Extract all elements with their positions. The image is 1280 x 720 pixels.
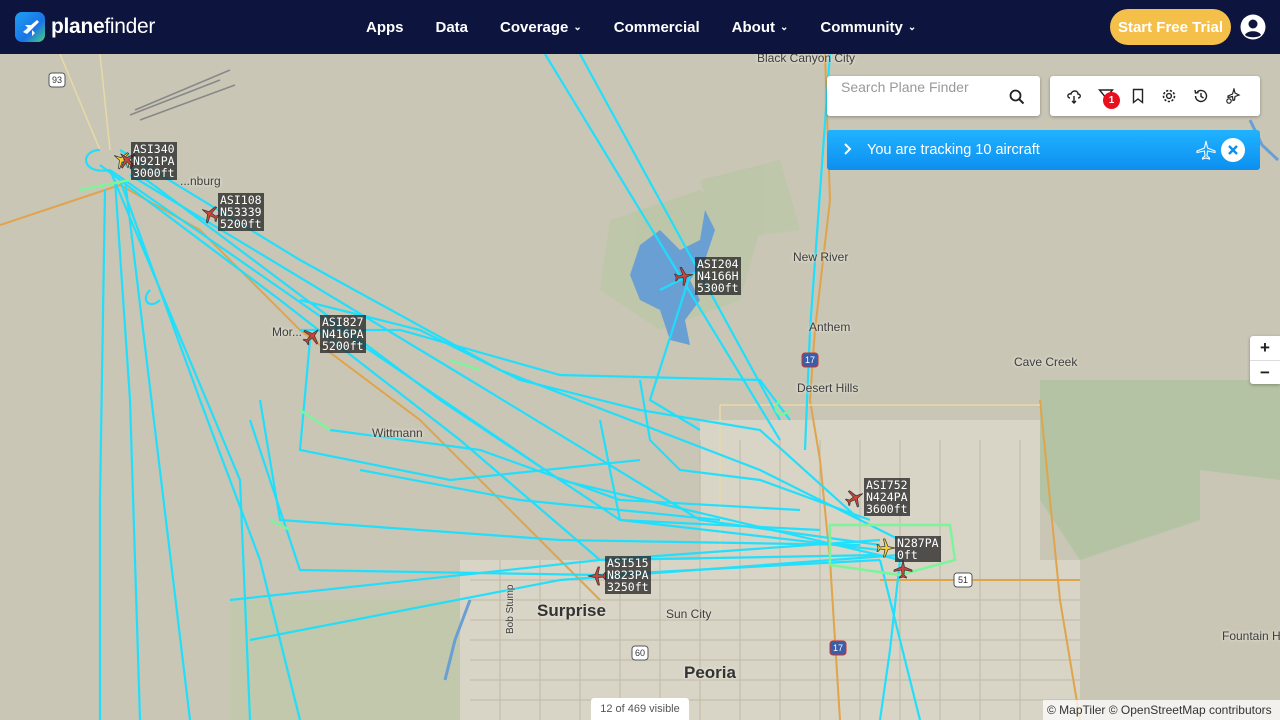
settings-icon[interactable] [1161,88,1177,104]
older-tracks [129,69,236,121]
aircraft-altitude: 3250ft [607,580,649,594]
chevron-down-icon: ⌄ [573,21,582,33]
shield-17b: 17 [833,643,843,653]
aircraft-icon[interactable] [893,559,913,579]
chevron-right-icon[interactable] [842,142,854,160]
aircraft-altitude: 5200ft [220,217,262,231]
search-input[interactable] [841,78,1001,96]
place-cave-creek: Cave Creek [1014,355,1078,369]
nav-about-label: About [731,18,775,36]
aircraft-label[interactable]: N287PA 0ft [895,536,941,562]
zoom-in-button[interactable]: + [1250,336,1280,360]
tracking-message: You are tracking 10 aircraft [867,142,1040,158]
aircraft-label[interactable]: ASI752 N424PA 3600ft [864,478,910,516]
weather-icon[interactable] [1066,88,1082,104]
aircraft-icon[interactable] [587,566,607,586]
place-new-river: New River [793,250,849,264]
nav-about[interactable]: About ⌄ [716,19,805,36]
chevron-down-icon: ⌄ [779,21,789,33]
visible-aircraft-count: 12 of 469 visible [591,698,689,720]
logo-text-bold: plane [51,15,105,38]
urban-layer [460,420,1080,720]
history-icon[interactable] [1193,88,1209,104]
tracked-aircraft-icon[interactable] [1196,140,1216,160]
shield-17: 17 [805,355,815,365]
place-surprise: Surprise [537,601,606,620]
place-sun-city: Sun City [666,607,712,621]
nav-commercial-label: Commercial [613,18,700,36]
place-wittmann: Wittmann [372,426,423,440]
aircraft-altitude: 3600ft [866,502,908,516]
main-nav: Apps Data Coverage ⌄ Commercial About ⌄ Co… [350,0,932,54]
filter-count-badge: 1 [1103,92,1120,109]
nav-data-label: Data [435,18,469,36]
aircraft-icon[interactable] [845,488,865,508]
map-attribution[interactable]: © MapTiler © OpenStreetMap contributors [1043,700,1280,720]
account-icon[interactable] [1240,14,1266,40]
playback-icon[interactable] [1225,86,1241,104]
nav-data[interactable]: Data [420,19,485,36]
place-anthem: Anthem [809,320,851,334]
place-peoria: Peoria [684,663,736,682]
logo-plane-icon [15,12,45,42]
aircraft-label[interactable]: ASI108 N53339 5200ft [218,193,264,231]
aircraft-label[interactable]: ASI340 N921PA 3000ft [131,142,177,180]
place-bob-stump: Bob Stump [505,584,516,634]
nav-apps-label: Apps [366,18,404,36]
nav-coverage[interactable]: Coverage ⌄ [484,19,598,36]
shield-60: 60 [635,648,645,658]
aircraft-icon[interactable] [302,326,322,346]
logo-text-regular: finder [104,15,156,38]
place-morristown: Mor... [272,325,303,339]
nav-apps[interactable]: Apps [350,19,420,36]
place-black-canyon: Black Canyon City [757,54,856,65]
place-wickenburg: ...nburg [180,174,221,188]
nav-commercial[interactable]: Commercial [598,19,716,36]
shield-51: 51 [958,575,968,585]
close-icon [1228,145,1238,155]
aircraft-altitude: 5300ft [697,281,739,295]
aircraft-icon[interactable] [674,266,694,286]
aircraft-altitude: 0ft [897,548,918,562]
aircraft-label[interactable]: ASI827 N416PA 5200ft [320,315,366,353]
search-icon[interactable] [1009,89,1025,105]
aircraft-icon[interactable] [200,204,220,224]
chevron-down-icon: ⌄ [907,21,917,33]
place-fountain-hills: Fountain H... [1222,629,1280,643]
zoom-control: + − [1250,336,1280,384]
nav-community[interactable]: Community ⌄ [804,19,932,36]
aircraft-icon[interactable] [876,538,896,558]
start-free-trial-button[interactable]: Start Free Trial [1110,9,1231,45]
aircraft-label[interactable]: ASI515 N823PA 3250ft [605,556,651,594]
shield-93: 93 [52,75,62,85]
aircraft-altitude: 5200ft [322,339,364,353]
planefinder-logo[interactable]: planefinder [15,12,155,42]
nav-coverage-label: Coverage [500,18,569,36]
bookmark-icon[interactable] [1130,88,1146,104]
nav-community-label: Community [820,18,903,36]
place-desert-hills: Desert Hills [797,381,859,395]
aircraft-label[interactable]: ASI204 N4166H 5300ft [695,257,741,295]
top-navigation-bar: planefinder Apps Data Coverage ⌄ Commerci… [0,0,1280,54]
close-tracking-button[interactable] [1221,138,1245,162]
aircraft-altitude: 3000ft [133,166,175,180]
zoom-out-button[interactable]: − [1250,360,1280,384]
